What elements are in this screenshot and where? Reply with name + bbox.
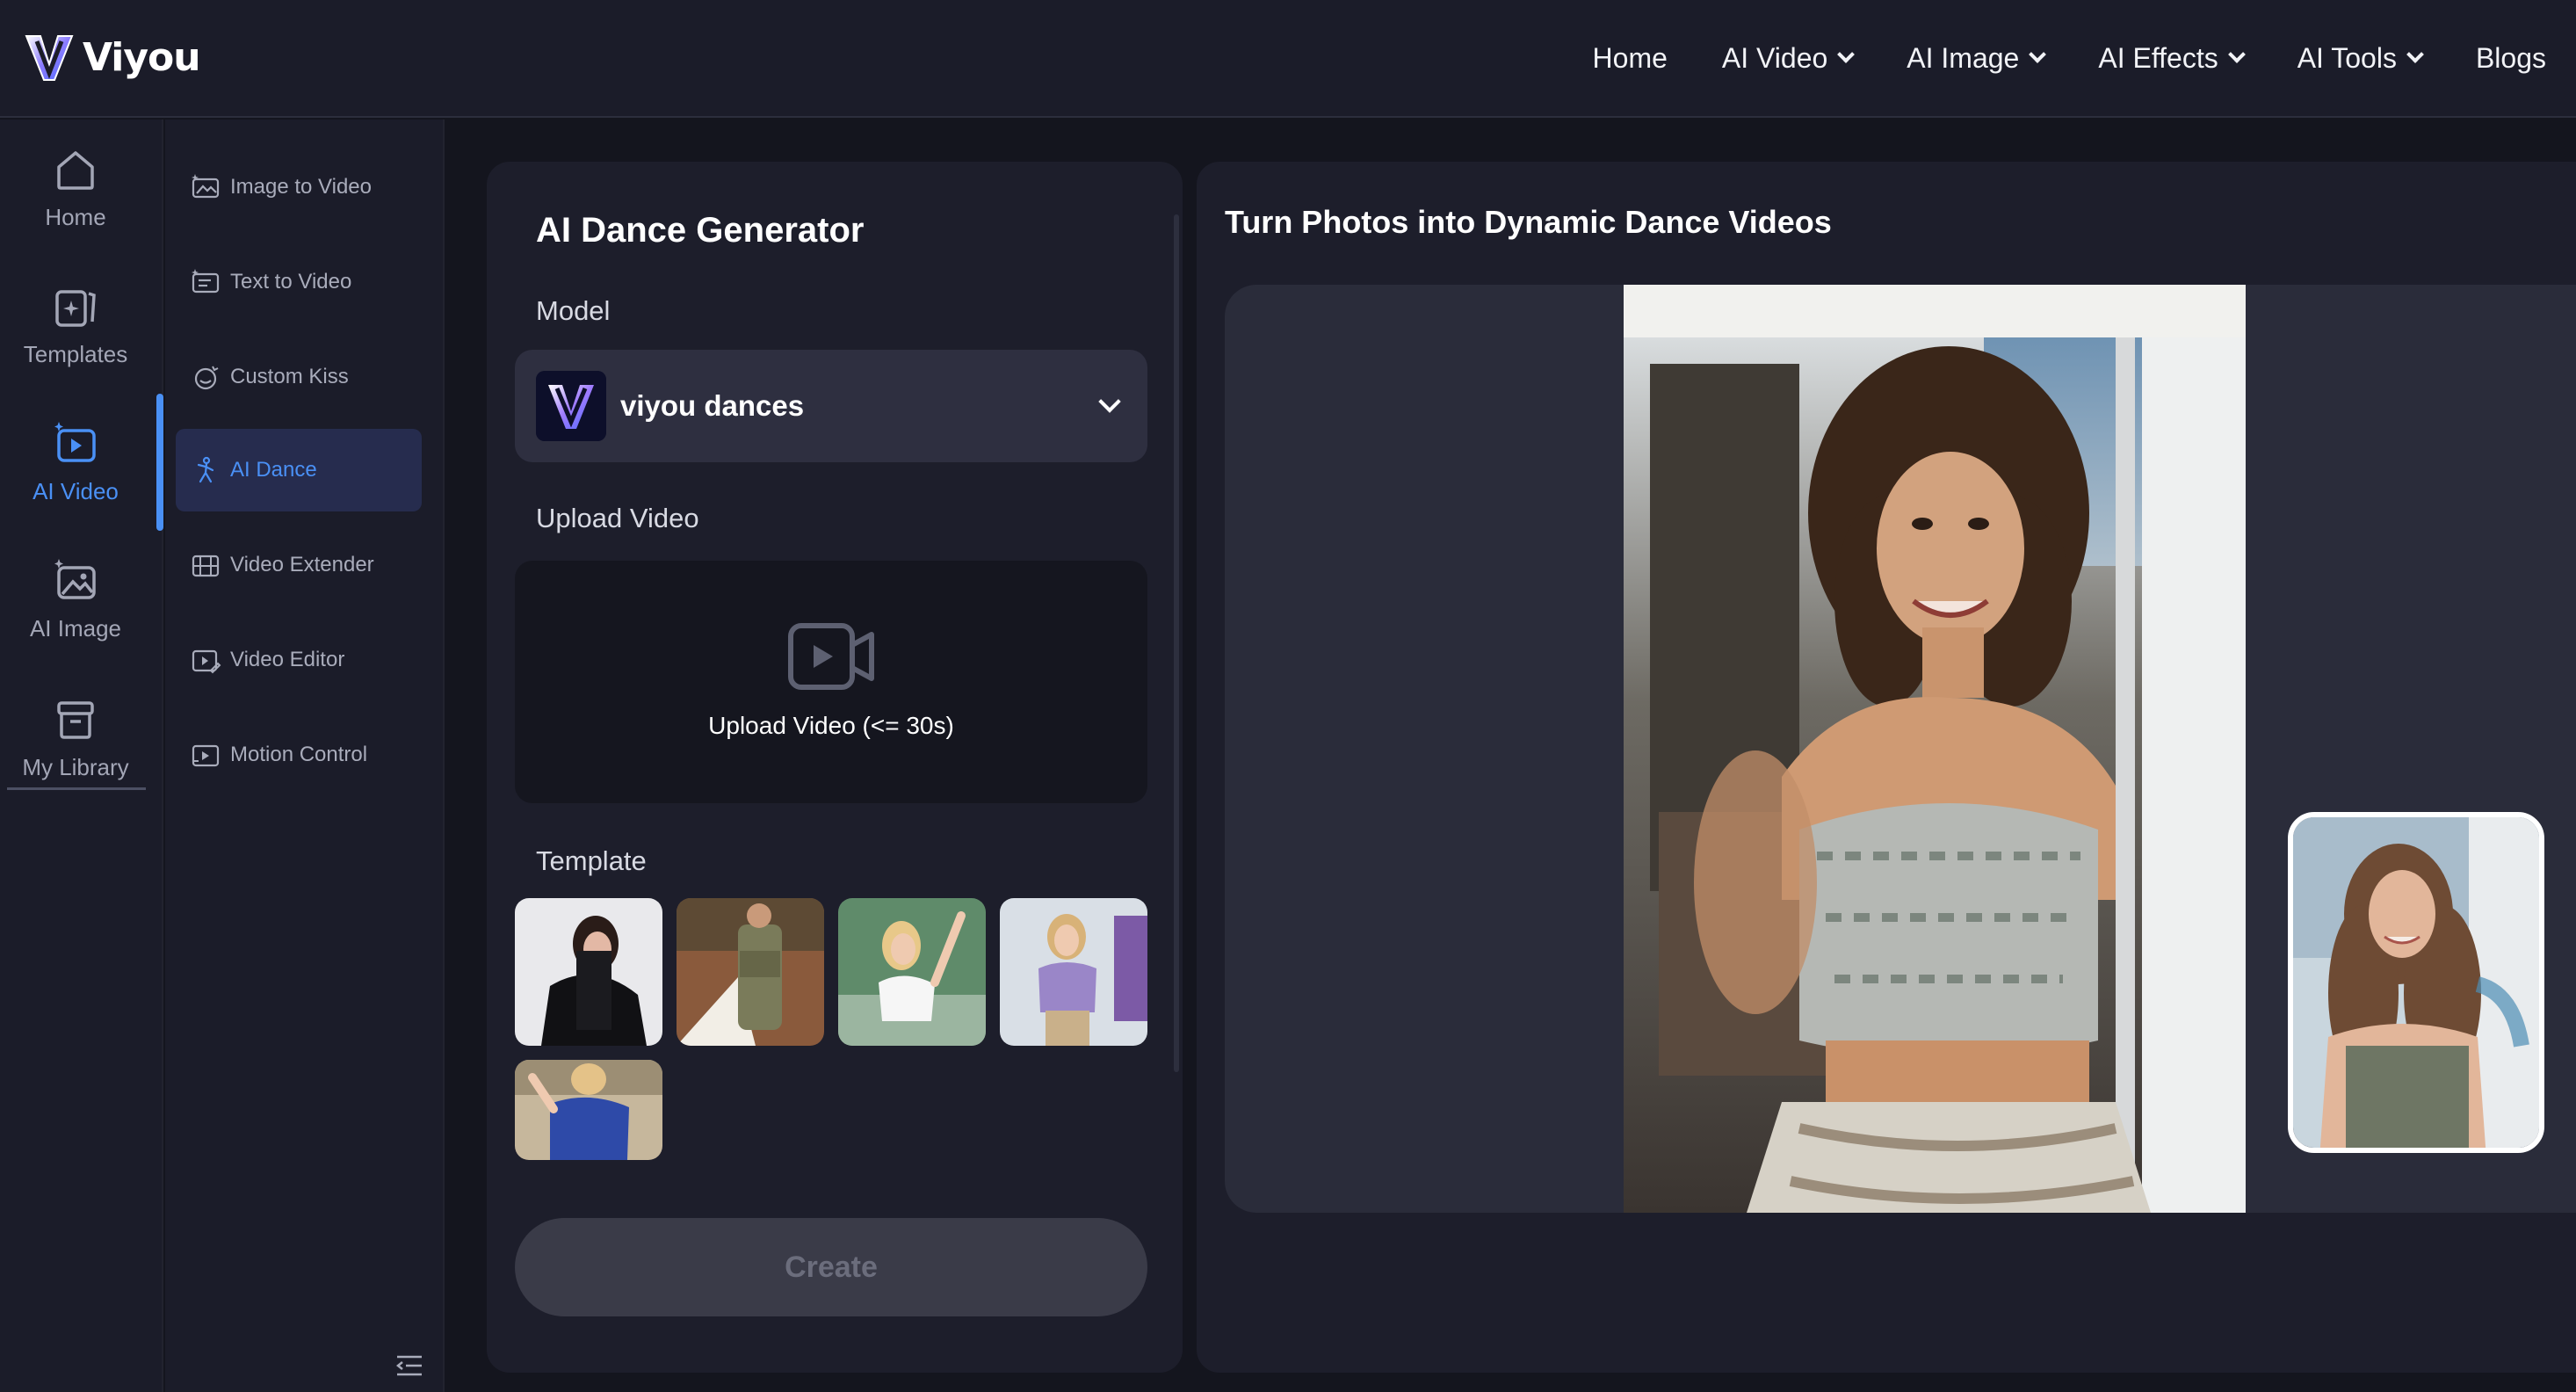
panel-title: AI Dance Generator [536, 211, 865, 250]
template-thumbnail-5[interactable] [515, 1060, 662, 1160]
home-icon [57, 151, 94, 190]
submenu: Image to Video Text to Video Custom Kiss… [165, 120, 445, 1392]
video-editor-icon [192, 649, 221, 674]
chevron-down-icon [2406, 46, 2424, 63]
nav-ai-tools[interactable]: AI Tools [2297, 41, 2424, 75]
nav-ai-effects-label: AI Effects [2098, 41, 2218, 74]
nav-ai-video[interactable]: AI Video [1721, 41, 1856, 75]
rail-label-templates: Templates [23, 341, 128, 367]
brand-name: Viyou [83, 34, 201, 80]
template-thumbnail-2[interactable] [677, 898, 824, 1046]
rail-item-home[interactable]: Home [0, 146, 151, 231]
collapse-menu-icon[interactable] [394, 1350, 425, 1381]
chevron-down-icon [1837, 46, 1856, 63]
panel-scrollbar[interactable] [1174, 214, 1179, 1072]
rail-item-templates[interactable]: Templates [0, 283, 151, 368]
nav-home[interactable]: Home [1593, 42, 1668, 75]
rail-item-my-library[interactable]: My Library [0, 696, 151, 781]
chevron-down-icon [1098, 390, 1121, 413]
rail-label-my-library: My Library [22, 754, 129, 780]
preview-area [1225, 285, 2576, 1213]
template-label: Template [536, 845, 647, 876]
reference-photo-inset [2288, 812, 2544, 1153]
submenu-label: Custom Kiss [230, 365, 349, 388]
submenu-item-ai-dance[interactable]: AI Dance [176, 429, 422, 511]
nav-ai-image[interactable]: AI Image [1907, 41, 2047, 75]
rail-label-home: Home [45, 204, 106, 230]
text-to-video-icon [192, 269, 220, 294]
chevron-down-icon [2029, 46, 2047, 63]
brand-logo[interactable]: Viyou [21, 26, 201, 88]
submenu-label: Video Editor [230, 648, 345, 671]
nav-home-label: Home [1592, 41, 1668, 74]
dance-preview-image [1624, 285, 2246, 1213]
rail-label-ai-video: AI Video [33, 478, 119, 504]
rail-item-ai-video[interactable]: AI Video [0, 420, 151, 505]
submenu-item-video-editor[interactable]: Video Editor [176, 619, 422, 701]
nav-ai-image-label: AI Image [1907, 41, 2020, 74]
model-thumbnail [536, 371, 606, 441]
upload-label: Upload Video [536, 503, 699, 533]
rail-label-ai-image: AI Image [29, 615, 122, 642]
rail-active-indicator [156, 394, 163, 531]
template-thumbnail-1[interactable] [515, 898, 662, 1046]
template-thumbnail-3[interactable] [838, 898, 986, 1046]
kiss-icon [194, 366, 219, 390]
nav-ai-tools-label: AI Tools [2297, 41, 2397, 74]
dance-icon [197, 456, 214, 483]
preview-panel: Turn Photos into Dynamic Dance Videos [1197, 162, 2576, 1373]
submenu-item-image-to-video[interactable]: Image to Video [176, 146, 422, 228]
submenu-label: Motion Control [230, 743, 368, 766]
create-button[interactable]: Create [515, 1218, 1147, 1316]
viyou-logo-icon [536, 371, 606, 441]
submenu-item-motion-control[interactable]: Motion Control [176, 714, 422, 796]
model-label: Model [536, 295, 611, 326]
rail-item-ai-image[interactable]: AI Image [0, 557, 151, 642]
template-thumbnail-4[interactable] [1000, 898, 1147, 1046]
submenu-label: Video Extender [230, 553, 374, 576]
submenu-item-custom-kiss[interactable]: Custom Kiss [176, 336, 422, 418]
upload-video-text: Upload Video (<= 30s) [708, 712, 954, 739]
video-extender-icon [192, 555, 220, 577]
library-icon [57, 701, 94, 739]
ai-image-icon [54, 559, 96, 599]
nav-blogs-label: Blogs [2475, 41, 2546, 74]
nav-blogs[interactable]: Blogs [2476, 42, 2546, 75]
nav-ai-effects[interactable]: AI Effects [2098, 41, 2246, 75]
image-to-video-icon [192, 174, 220, 199]
templates-icon [55, 290, 96, 327]
video-camera-icon [788, 623, 874, 690]
chevron-down-icon [2227, 46, 2246, 63]
submenu-item-video-extender[interactable]: Video Extender [176, 524, 422, 606]
submenu-label: Image to Video [230, 175, 373, 199]
main-nav: Home AI Video AI Image AI Effects AI Too… [1593, 33, 2546, 83]
top-bar: Viyou Home AI Video AI Image AI Effects … [0, 0, 2576, 118]
submenu-label: Text to Video [230, 270, 352, 294]
generator-panel: AI Dance Generator Model viyou dances Up… [487, 162, 1183, 1373]
upload-video-dropzone[interactable]: Upload Video (<= 30s) [515, 561, 1147, 803]
motion-control-icon [192, 744, 220, 767]
preview-title: Turn Photos into Dynamic Dance Videos [1225, 204, 1832, 240]
nav-ai-video-label: AI Video [1721, 41, 1828, 74]
model-name: viyou dances [620, 389, 805, 422]
rail-divider [7, 787, 146, 790]
left-rail: Home Templates AI Video AI Image My Libr… [0, 120, 163, 1392]
submenu-item-text-to-video[interactable]: Text to Video [176, 241, 422, 323]
ai-video-icon [54, 422, 96, 462]
submenu-label: AI Dance [230, 458, 317, 482]
model-select[interactable]: viyou dances [515, 350, 1147, 462]
viyou-logo-icon [25, 35, 74, 81]
